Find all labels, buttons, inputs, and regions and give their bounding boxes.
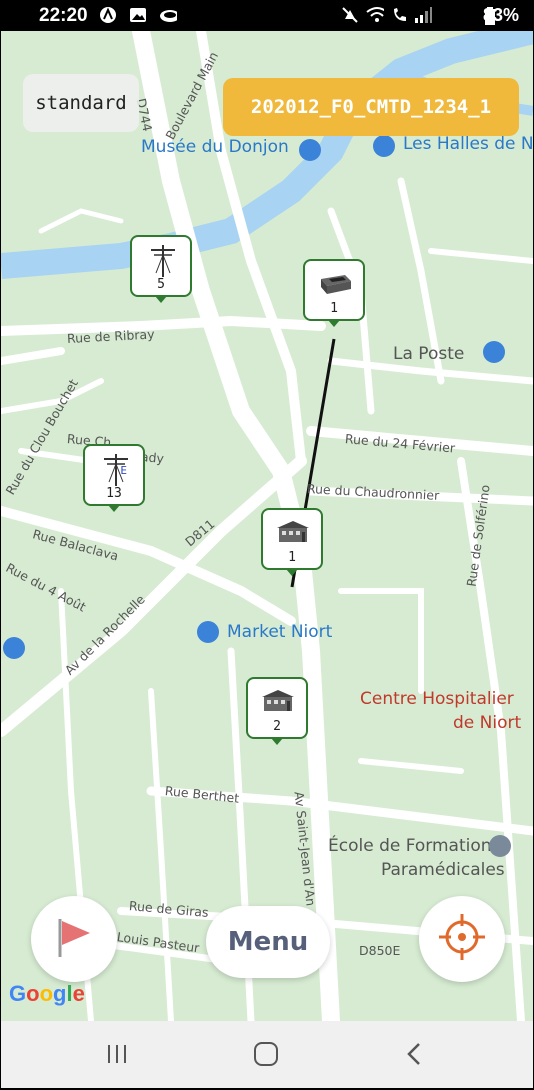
cart-pin-icon[interactable] [197,621,219,643]
marker-count: 2 [273,719,281,734]
app-notification-icon [99,6,117,24]
mail-pin-icon[interactable] [483,341,505,363]
crosshair-icon [435,910,489,968]
marker-count: 13 [106,486,122,501]
status-time: 22:20 [39,5,88,26]
map-marker-pole[interactable]: 5 [130,235,192,303]
image-notification-icon [129,6,147,24]
locate-button[interactable] [419,896,505,982]
poi-ecole-line2[interactable]: Paramédicales [381,860,505,880]
poi-halles[interactable]: Les Halles de N [403,134,533,154]
poi-ecole-line1[interactable]: École de Formations [328,836,500,856]
app-frame: 22:20 83% Musée du Donjon Les Halles de … [1,1,533,1088]
map-type-chip[interactable]: standard [23,74,139,132]
poi-hospital-line2[interactable]: de Niort [453,713,521,733]
google-logo: Google [9,981,85,1006]
building-icon [275,518,311,548]
shop-pin-icon[interactable] [373,135,395,157]
map-marker-chamber[interactable]: 1 [303,259,365,327]
mute-icon [341,6,359,24]
back-icon[interactable] [403,1041,427,1071]
recent-apps-icon[interactable] [105,1041,129,1069]
battery-icon [481,7,499,25]
map-marker-pole-e[interactable]: E 13 [83,444,145,512]
marker-count: 1 [288,550,296,565]
call-signal-icon [391,6,409,24]
cell-signal-icon [414,6,432,24]
status-bar: 22:20 83% [1,1,533,31]
marker-count: 1 [330,301,338,316]
flag-icon [52,915,96,963]
poi-hospital-line1[interactable]: Centre Hospitalier [360,689,514,709]
marker-count: 5 [157,277,165,292]
cloud-notification-icon [159,6,177,24]
wifi-icon [366,6,384,24]
map-marker-building[interactable]: 1 [261,508,323,576]
android-nav-bar [1,1021,533,1088]
poi-poste[interactable]: La Poste [393,344,464,364]
home-icon[interactable] [253,1041,279,1071]
street-d850e: D850E [359,943,401,958]
shopping-bag-pin-icon[interactable] [3,637,25,659]
chamber-box-icon [317,269,353,301]
school-pin-icon[interactable] [489,835,511,857]
flag-button[interactable] [31,896,117,982]
poi-musee[interactable]: Musée du Donjon [141,137,289,157]
map-marker-building[interactable]: 2 [246,677,308,745]
poi-market[interactable]: Market Niort [227,622,332,642]
museum-pin-icon[interactable] [299,139,321,161]
project-chip[interactable]: 202012_F0_CMTD_1234_1 [223,78,519,136]
building-icon [260,687,296,717]
marker-badge: E [120,464,127,477]
menu-button[interactable]: Menu [206,906,330,978]
